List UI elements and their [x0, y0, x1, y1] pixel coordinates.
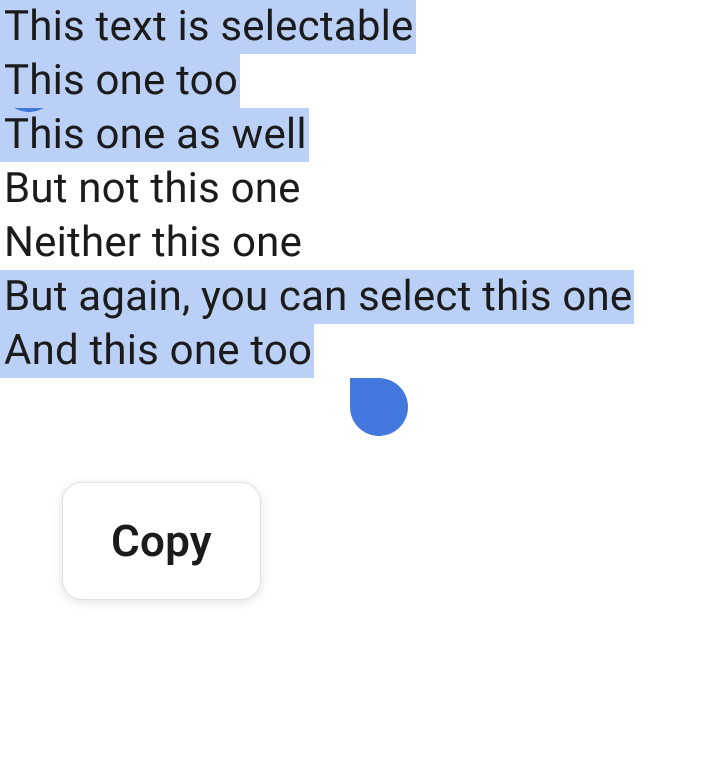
text-line[interactable]: This one as well	[0, 108, 309, 162]
text-line[interactable]: This one too	[0, 54, 240, 108]
text-line[interactable]: Neither this one	[0, 216, 304, 270]
text-line[interactable]: But not this one	[0, 162, 303, 216]
text-line[interactable]: This text is selectable	[0, 0, 416, 54]
demo-surface: This text is selectable This one too Thi…	[0, 0, 724, 767]
text-line[interactable]: But again, you can select this one	[0, 270, 634, 324]
text-line[interactable]: And this one too	[0, 324, 314, 378]
copy-menu-item[interactable]: Copy	[111, 515, 212, 567]
selection-end-handle[interactable]	[350, 378, 408, 436]
context-menu[interactable]: Copy	[62, 482, 261, 600]
